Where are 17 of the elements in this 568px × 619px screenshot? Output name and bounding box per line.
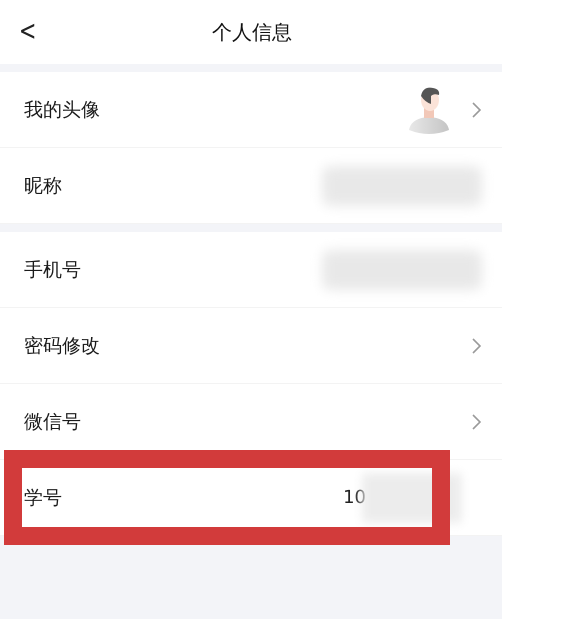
list-row[interactable]: 昵称 (0, 148, 502, 224)
row-label: 昵称 (24, 174, 63, 198)
chevron-icon (471, 100, 482, 118)
list-row[interactable]: 我的头像 (0, 72, 502, 148)
student-number: 10 (343, 487, 366, 508)
chevron-icon (471, 412, 482, 430)
row-label: 手机号 (24, 258, 82, 282)
list-row[interactable]: 手机号 (0, 232, 502, 308)
row-label: 密码修改 (24, 334, 101, 358)
row-label: 我的头像 (24, 98, 101, 122)
back-button[interactable]: < (16, 17, 40, 45)
page-title: 个人信息 (211, 18, 292, 46)
row-label: 微信号 (24, 410, 82, 434)
list-row[interactable]: 密码修改 (0, 308, 502, 384)
row-label: 学号 (24, 486, 63, 510)
avatar-icon (409, 86, 449, 134)
chevron-icon (471, 336, 482, 354)
